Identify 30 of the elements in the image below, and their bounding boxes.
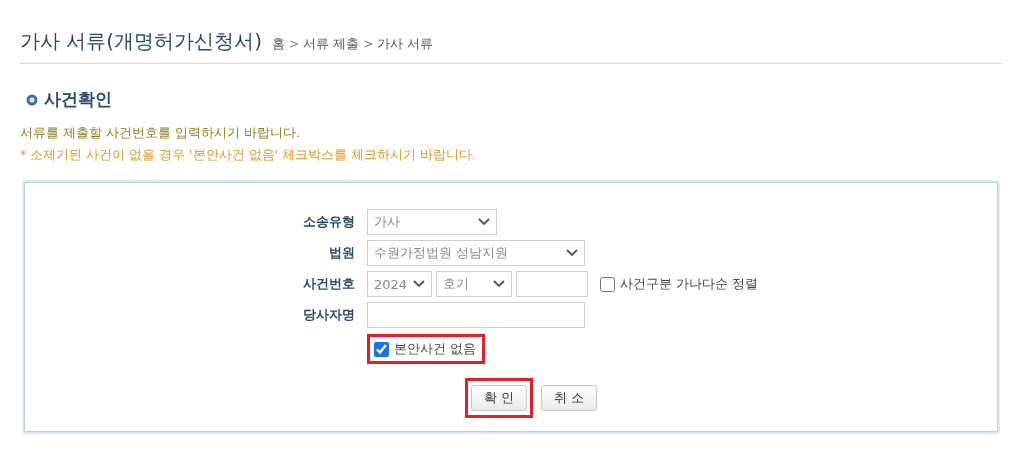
breadcrumb-separator: > — [363, 37, 374, 51]
dropdown[interactable]: 2024 — [367, 271, 432, 297]
checkbox-label: 본안사건 없음 — [394, 340, 477, 358]
instruction-text: 서류를 제출할 사건번호를 입력하시기 바랍니다. — [20, 125, 301, 142]
dropdown[interactable]: 호기 — [436, 271, 512, 297]
field-label: 사건번호 — [302, 275, 355, 293]
chevron-down-icon — [566, 249, 578, 257]
section-heading: 사건확인 — [44, 88, 112, 111]
checkbox[interactable] — [374, 341, 389, 357]
field-label: 당사자명 — [302, 306, 355, 324]
chevron-down-icon — [478, 218, 490, 226]
field-label: 소송유형 — [302, 213, 355, 231]
breadcrumb-link[interactable]: 가사 서류 — [377, 35, 434, 53]
checkbox[interactable] — [600, 276, 615, 292]
breadcrumb-link[interactable]: 홈 — [271, 35, 285, 53]
dropdown[interactable]: 가사 — [367, 209, 497, 235]
field-label: 법원 — [328, 244, 355, 262]
checkbox-label: 사건구분 가나다순 정렬 — [620, 275, 759, 293]
breadcrumb-separator: > — [288, 37, 300, 51]
breadcrumb-link[interactable]: 서류 제출 — [303, 35, 360, 53]
bullet-icon — [26, 93, 38, 106]
chevron-down-icon — [413, 280, 425, 288]
chevron-down-icon — [493, 280, 505, 288]
form-button[interactable]: 취 소 — [541, 385, 598, 411]
input-field[interactable] — [516, 271, 588, 297]
instruction-text: * 소제기된 사건이 없을 경우 '본안사건 없음' 체크박스를 체크하시기 바랍니다. — [20, 147, 477, 164]
input-field[interactable] — [367, 302, 585, 328]
dropdown[interactable]: 수원가정법원 성남지원 — [367, 240, 585, 266]
page-title: 가사 서류(개명허가신청서) — [20, 28, 262, 55]
form-button[interactable]: 확 인 — [471, 385, 528, 411]
